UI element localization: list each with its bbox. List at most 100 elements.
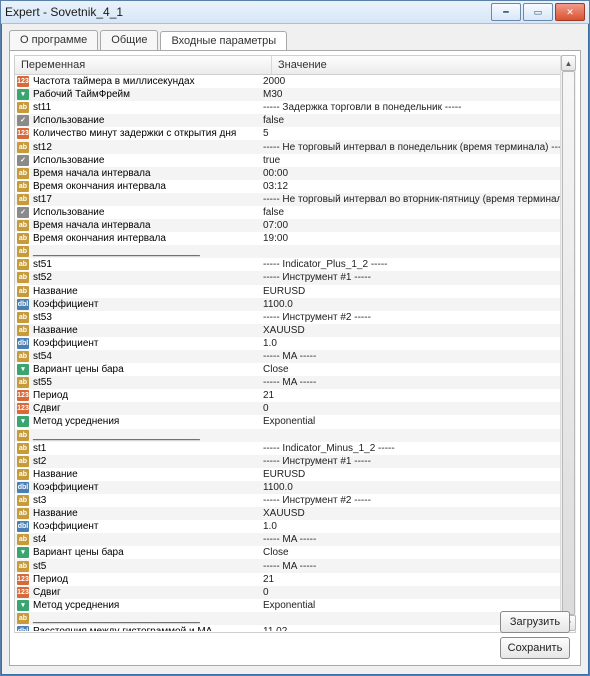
variable-value[interactable]: 03:12 xyxy=(259,180,575,193)
variable-value[interactable]: 0 xyxy=(259,586,575,599)
table-row[interactable]: ✓Использованиеfalse xyxy=(15,206,575,219)
type-icon: ab xyxy=(17,194,29,205)
table-row[interactable]: abst12----- Не торговый интервал в понед… xyxy=(15,140,575,153)
table-row[interactable]: ✓Использованиеfalse xyxy=(15,114,575,127)
table-row[interactable]: ✓Использованиеtrue xyxy=(15,154,575,167)
table-row[interactable]: abst53----- Инструмент #2 ----- xyxy=(15,311,575,324)
table-row[interactable]: ▾Метод усредненияExponential xyxy=(15,599,575,612)
table-row[interactable]: 123Период21 xyxy=(15,389,575,402)
table-row[interactable]: ▾Рабочий ТаймФреймM30 xyxy=(15,88,575,101)
variable-value[interactable]: ----- Не торговый интервал в понедельник… xyxy=(259,141,575,154)
table-row[interactable]: abst55----- MA ----- xyxy=(15,376,575,389)
variable-value[interactable]: ----- Indicator_Plus_1_2 ----- xyxy=(259,258,575,271)
table-row[interactable]: 123Количество минут задержки с открытия … xyxy=(15,127,575,140)
variable-value[interactable]: ----- Задержка торговли в понедельник --… xyxy=(259,101,575,114)
table-row[interactable]: ab______________________________ xyxy=(15,245,575,258)
table-row[interactable]: abst5----- MA ----- xyxy=(15,559,575,572)
variable-value[interactable]: M30 xyxy=(259,88,575,101)
table-row[interactable]: abst2----- Инструмент #1 ----- xyxy=(15,455,575,468)
scroll-thumb[interactable] xyxy=(562,71,575,615)
table-row[interactable]: abВремя начала интервала07:00 xyxy=(15,219,575,232)
table-row[interactable]: ab______________________________ xyxy=(15,612,575,625)
table-row[interactable]: abНазваниеEURUSD xyxy=(15,468,575,481)
table-row[interactable]: abst52----- Инструмент #1 ----- xyxy=(15,271,575,284)
variable-value[interactable]: EURUSD xyxy=(259,468,575,481)
variable-value[interactable]: ----- Инструмент #2 ----- xyxy=(259,311,575,324)
table-row[interactable]: abst17----- Не торговый интервал во втор… xyxy=(15,193,575,206)
variable-value[interactable]: Close xyxy=(259,546,575,559)
load-button[interactable]: Загрузить xyxy=(500,611,570,633)
scrollbar[interactable]: ▲ ▼ xyxy=(560,55,576,631)
variable-value[interactable]: 00:00 xyxy=(259,167,575,180)
variable-value[interactable]: EURUSD xyxy=(259,285,575,298)
table-row[interactable]: abВремя окончания интервала03:12 xyxy=(15,180,575,193)
variable-value[interactable]: Close xyxy=(259,363,575,376)
table-row[interactable]: ▾Вариант цены бараClose xyxy=(15,546,575,559)
table-row[interactable]: abНазваниеEURUSD xyxy=(15,285,575,298)
variable-value[interactable]: XAUUSD xyxy=(259,507,575,520)
variable-value[interactable]: true xyxy=(259,154,575,167)
variable-value[interactable]: 2000 xyxy=(259,75,575,88)
variable-value[interactable]: ----- MA ----- xyxy=(259,350,575,363)
table-row[interactable]: 123Сдвиг0 xyxy=(15,402,575,415)
tab-about[interactable]: О программе xyxy=(9,30,98,50)
maximize-button[interactable]: ▭ xyxy=(523,3,553,21)
column-variable[interactable]: Переменная xyxy=(15,56,272,74)
table-row[interactable]: abВремя окончания интервала19:00 xyxy=(15,232,575,245)
table-row[interactable]: dblРасстояния между гистограммой и MA11.… xyxy=(15,625,575,631)
table-row[interactable]: ▾Метод усредненияExponential xyxy=(15,415,575,428)
tab-inputs[interactable]: Входные параметры xyxy=(160,31,287,51)
variable-value[interactable]: 19:00 xyxy=(259,232,575,245)
variable-value[interactable]: 1100.0 xyxy=(259,298,575,311)
table-row[interactable]: dblКоэффициент1100.0 xyxy=(15,298,575,311)
scroll-up-button[interactable]: ▲ xyxy=(561,55,576,71)
table-row[interactable]: abst1----- Indicator_Minus_1_2 ----- xyxy=(15,442,575,455)
variable-value[interactable]: ----- MA ----- xyxy=(259,533,575,546)
variable-value[interactable]: Exponential xyxy=(259,599,575,612)
minimize-button[interactable]: ━ xyxy=(491,3,521,21)
grid-body[interactable]: 123Частота таймера в миллисекундах2000▾Р… xyxy=(15,75,575,631)
table-row[interactable]: 123Сдвиг0 xyxy=(15,586,575,599)
table-row[interactable]: abst3----- Инструмент #2 ----- xyxy=(15,494,575,507)
table-row[interactable]: abНазваниеXAUUSD xyxy=(15,507,575,520)
close-button[interactable]: ✕ xyxy=(555,3,585,21)
variable-value[interactable]: 1.0 xyxy=(259,520,575,533)
variable-value[interactable]: 07:00 xyxy=(259,219,575,232)
variable-value[interactable]: 1.0 xyxy=(259,337,575,350)
variable-value[interactable]: ----- Инструмент #1 ----- xyxy=(259,271,575,284)
variable-value[interactable]: 21 xyxy=(259,573,575,586)
variable-value[interactable]: 0 xyxy=(259,402,575,415)
variable-value[interactable]: XAUUSD xyxy=(259,324,575,337)
variable-value[interactable]: ----- MA ----- xyxy=(259,376,575,389)
variable-value[interactable]: 21 xyxy=(259,389,575,402)
titlebar[interactable]: Expert - Sovetnik_4_1 ━ ▭ ✕ xyxy=(1,1,589,24)
save-button[interactable]: Сохранить xyxy=(500,637,570,659)
table-row[interactable]: dblКоэффициент1.0 xyxy=(15,337,575,350)
parameters-grid[interactable]: Переменная Значение 123Частота таймера в… xyxy=(14,55,576,633)
table-row[interactable]: 123Период21 xyxy=(15,573,575,586)
variable-name: Сдвиг xyxy=(33,402,61,415)
variable-value[interactable]: false xyxy=(259,206,575,219)
table-row[interactable]: abst11----- Задержка торговли в понедель… xyxy=(15,101,575,114)
variable-value[interactable]: 1100.0 xyxy=(259,481,575,494)
table-row[interactable]: ab______________________________ xyxy=(15,429,575,442)
tab-common[interactable]: Общие xyxy=(100,30,158,50)
table-row[interactable]: abst4----- MA ----- xyxy=(15,533,575,546)
table-row[interactable]: ▾Вариант цены бараClose xyxy=(15,363,575,376)
column-value[interactable]: Значение xyxy=(272,56,575,74)
variable-value[interactable]: 5 xyxy=(259,127,575,140)
variable-value[interactable]: ----- Не торговый интервал во вторник-пя… xyxy=(259,193,575,206)
table-row[interactable]: dblКоэффициент1100.0 xyxy=(15,481,575,494)
table-row[interactable]: abВремя начала интервала00:00 xyxy=(15,167,575,180)
variable-value[interactable]: ----- MA ----- xyxy=(259,560,575,573)
table-row[interactable]: abst51----- Indicator_Plus_1_2 ----- xyxy=(15,258,575,271)
table-row[interactable]: 123Частота таймера в миллисекундах2000 xyxy=(15,75,575,88)
variable-value[interactable]: false xyxy=(259,114,575,127)
variable-value[interactable]: Exponential xyxy=(259,415,575,428)
table-row[interactable]: dblКоэффициент1.0 xyxy=(15,520,575,533)
table-row[interactable]: abНазваниеXAUUSD xyxy=(15,324,575,337)
variable-value[interactable]: ----- Инструмент #2 ----- xyxy=(259,494,575,507)
table-row[interactable]: abst54----- MA ----- xyxy=(15,350,575,363)
variable-value[interactable]: ----- Indicator_Minus_1_2 ----- xyxy=(259,442,575,455)
variable-value[interactable]: ----- Инструмент #1 ----- xyxy=(259,455,575,468)
